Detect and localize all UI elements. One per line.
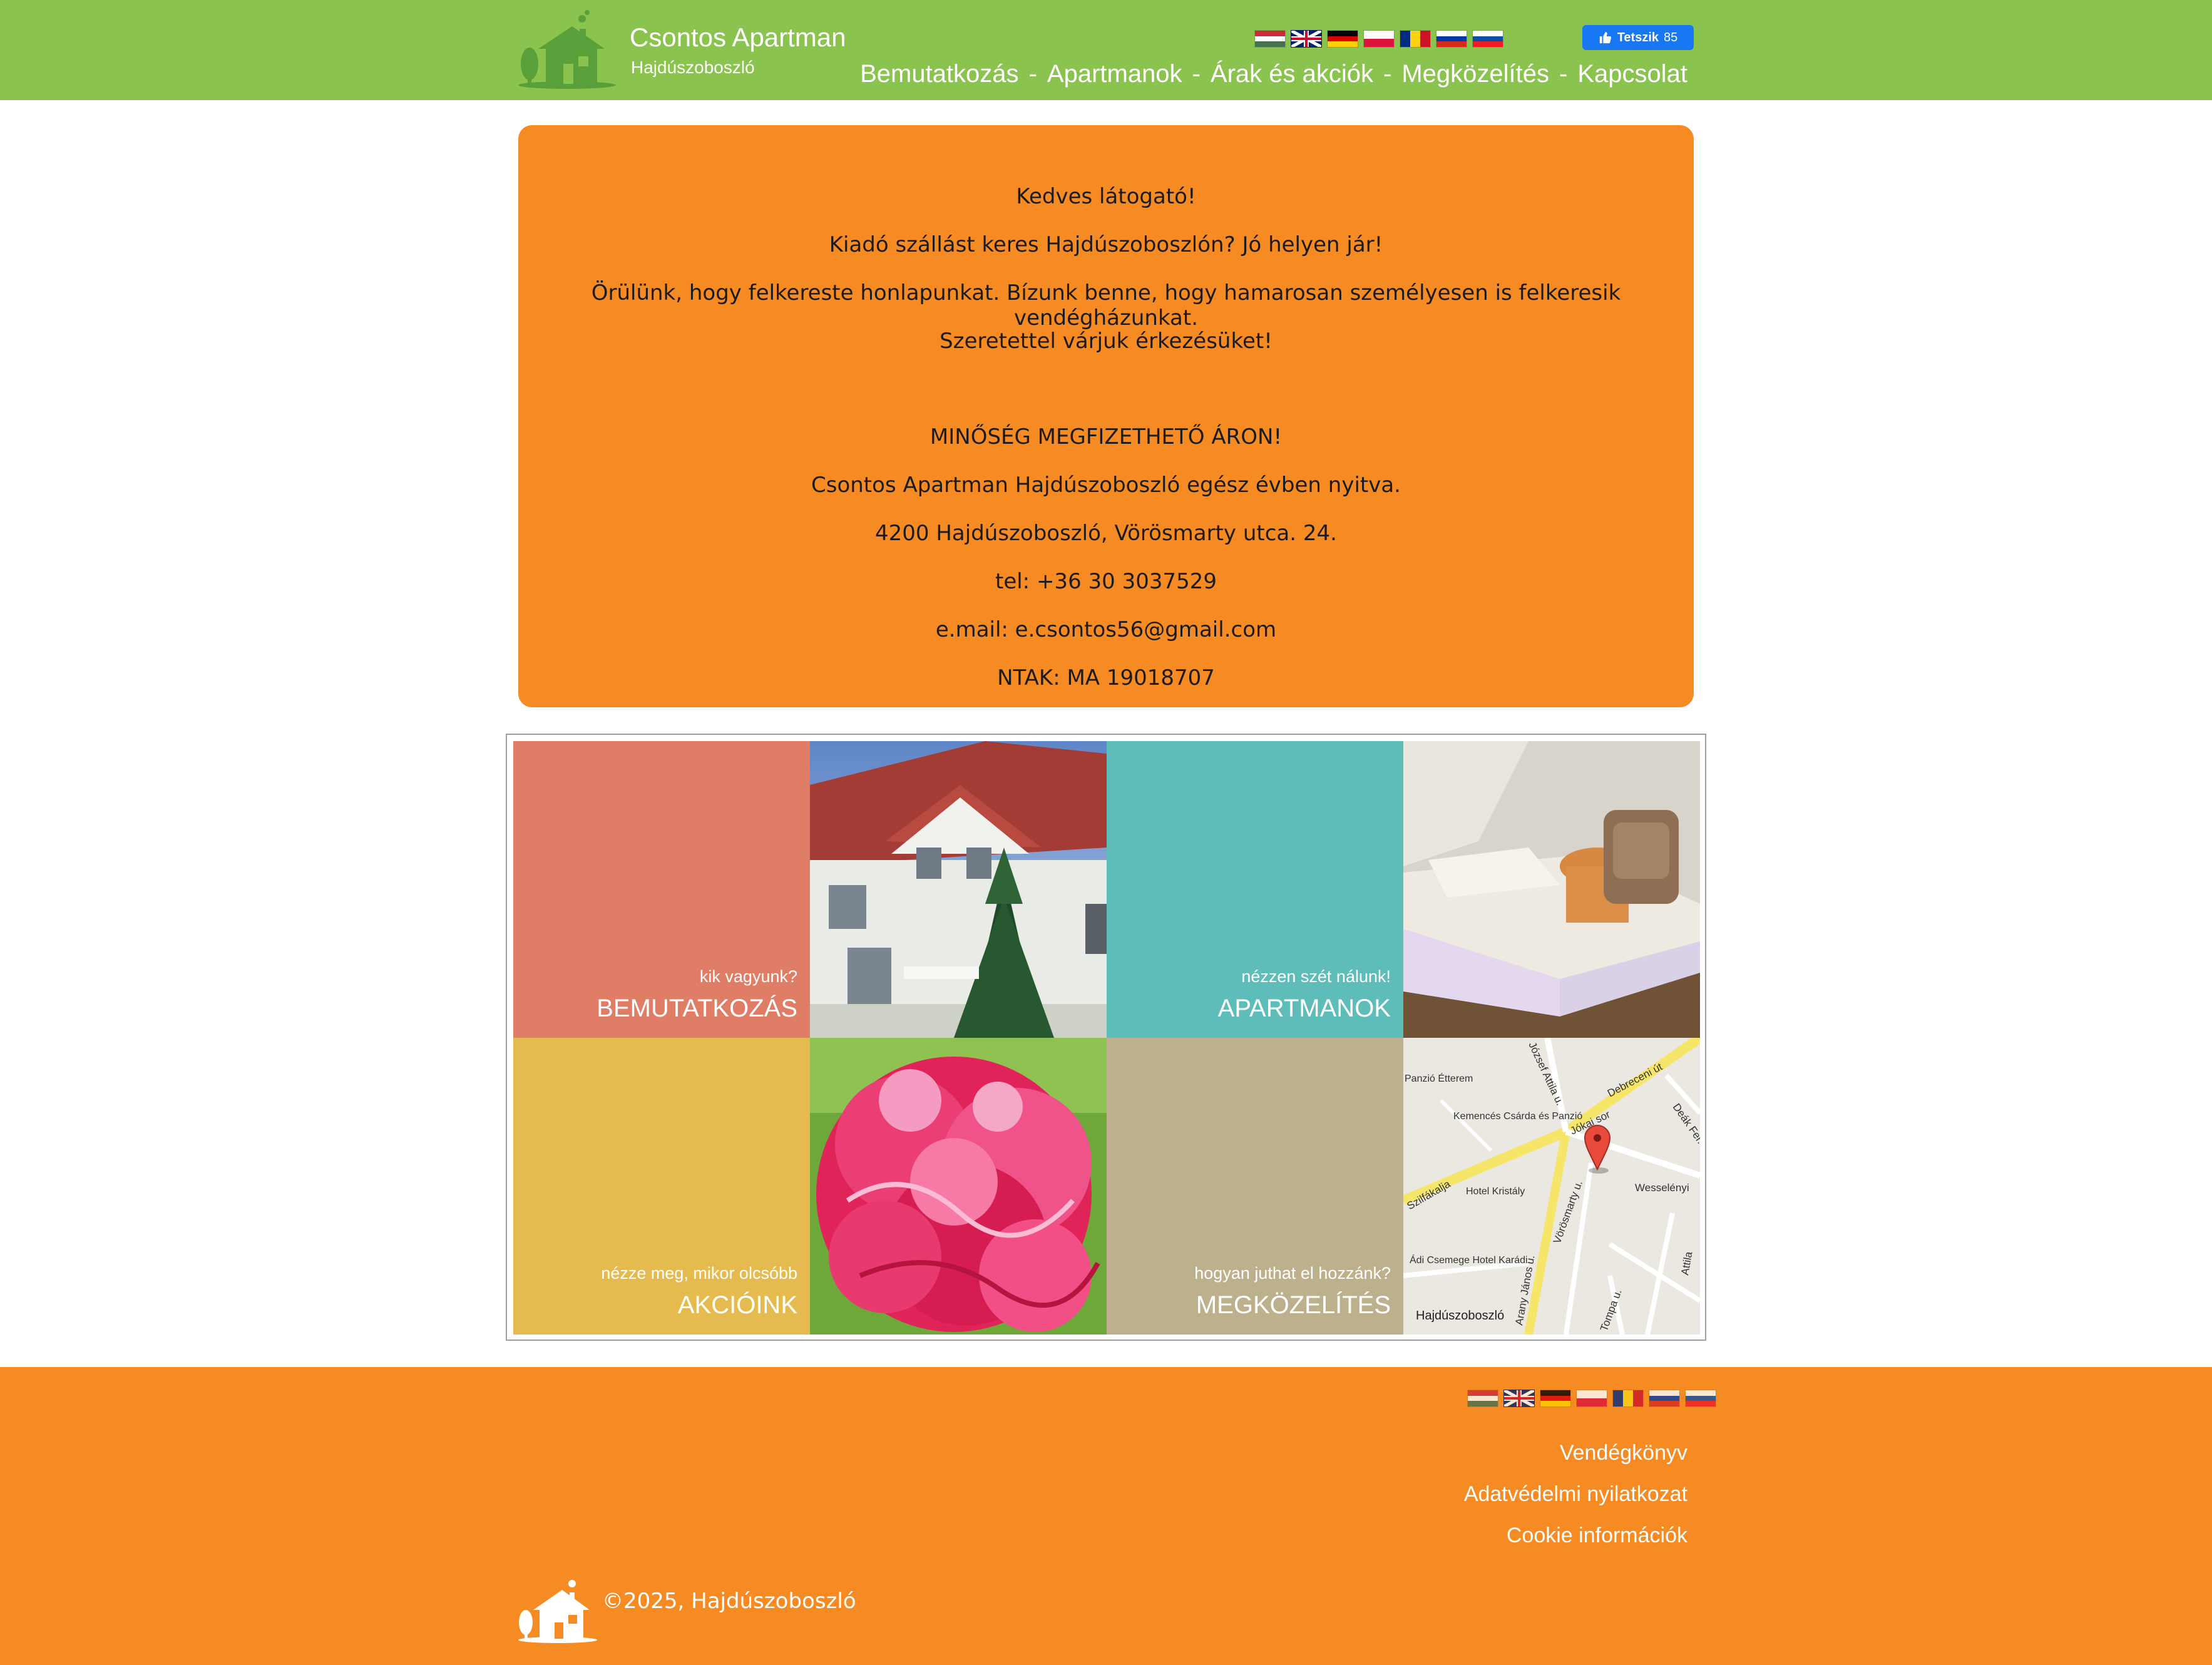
footer-language-flags — [1467, 1390, 1716, 1407]
flag-en-icon[interactable] — [1503, 1390, 1535, 1407]
welcome-line: Kiadó szállást keres Hajdúszoboszlón? Jó… — [829, 232, 1383, 257]
map-label: Panzió Étterem — [1405, 1072, 1473, 1084]
flag-sk-icon[interactable] — [1472, 30, 1503, 48]
tile-bemutatkozas[interactable]: kik vagyunk? BEMUTATKOZÁS — [513, 741, 810, 1038]
map-label: Ádi Csemege Hotel Karádi — [1410, 1254, 1528, 1266]
flag-ru-icon[interactable] — [1649, 1390, 1680, 1407]
site-footer: Vendégkönyv Adatvédelmi nyilatkozat Cook… — [0, 1367, 2212, 1665]
tile-caption: hogyan juthat el hozzánk? — [1194, 1264, 1391, 1283]
link-vendegkonyv[interactable]: Vendégkönyv — [1464, 1432, 1687, 1473]
house-logo-icon[interactable] — [517, 9, 617, 90]
flag-ro-icon[interactable] — [1400, 30, 1431, 48]
copyright: ©2025, Hajdúszoboszló — [602, 1589, 856, 1614]
address: 4200 Hajdúszoboszló, Vörösmarty utca. 24… — [875, 521, 1337, 546]
tile-akcioink[interactable]: nézze meg, mikor olcsóbb AKCIÓINK — [513, 1038, 810, 1335]
house-image — [810, 741, 1107, 1038]
map-tile[interactable]: Jókai sor Debreceni út Vörösmarty u. Ara… — [1403, 1038, 1700, 1335]
house-photo[interactable] — [810, 741, 1107, 1038]
flag-de-icon[interactable] — [1540, 1390, 1571, 1407]
peony-image — [810, 1038, 1107, 1335]
nav-arak-akciok[interactable]: Árak és akciók — [1211, 60, 1373, 88]
phone: tel: +36 30 3037529 — [995, 569, 1217, 594]
flag-de-icon[interactable] — [1327, 30, 1358, 48]
flag-sk-icon[interactable] — [1685, 1390, 1716, 1407]
tile-title: BEMUTATKOZÁS — [597, 995, 797, 1022]
ntak-number: NTAK: MA 19018707 — [997, 665, 1215, 690]
map-label: Hajdúszoboszló — [1416, 1309, 1504, 1323]
main-nav: Bemutatkozás - Apartmanok - Árak és akci… — [860, 60, 1687, 88]
map-label: Kemencés Csárda és Panzió — [1453, 1111, 1582, 1122]
flag-pl-icon[interactable] — [1363, 30, 1395, 48]
tile-caption: nézze meg, mikor olcsóbb — [601, 1264, 797, 1283]
site-header: Csontos Apartman Hajdúszoboszló Tetszik … — [0, 0, 2212, 100]
link-cookie-informaciok[interactable]: Cookie információk — [1464, 1515, 1687, 1556]
like-label: Tetszik — [1617, 30, 1659, 44]
flag-hu-icon[interactable] — [1467, 1390, 1498, 1407]
nav-megkozelites[interactable]: Megközelítés — [1401, 60, 1549, 88]
tile-grid: kik vagyunk? BEMUTATKOZÁS nézzen szét ná… — [513, 741, 1700, 1335]
flag-ru-icon[interactable] — [1436, 30, 1467, 48]
nav-separator: - — [1383, 60, 1392, 88]
flag-hu-icon[interactable] — [1254, 30, 1286, 48]
map-label: Wesselényi — [1635, 1182, 1689, 1194]
email[interactable]: e.mail: e.csontos56@gmail.com — [518, 617, 1694, 665]
like-count: 85 — [1664, 30, 1678, 44]
house-logo-icon[interactable] — [517, 1576, 598, 1644]
welcome-box: Kedves látogató! Kiadó szállást keres Ha… — [518, 125, 1694, 707]
nav-separator: - — [1192, 60, 1201, 88]
nav-bemutatkozas[interactable]: Bemutatkozás — [860, 60, 1018, 88]
slogan: MINŐSÉG MEGFIZETHETŐ ÁRON! — [929, 424, 1283, 449]
nav-separator: - — [1028, 60, 1037, 88]
map-image: Jókai sor Debreceni út Vörösmarty u. Ara… — [1403, 1038, 1700, 1335]
tile-apartmanok[interactable]: nézzen szét nálunk! APARTMANOK — [1107, 741, 1403, 1038]
footer-links: Vendégkönyv Adatvédelmi nyilatkozat Cook… — [1464, 1432, 1687, 1556]
tile-title: AKCIÓINK — [677, 1291, 797, 1319]
language-flags — [1254, 30, 1503, 48]
tile-caption: nézzen szét nálunk! — [1241, 967, 1391, 986]
facebook-like-button[interactable]: Tetszik 85 — [1582, 25, 1694, 50]
site-title[interactable]: Csontos Apartman — [630, 23, 846, 53]
nav-kapcsolat[interactable]: Kapcsolat — [1577, 60, 1687, 88]
tile-megkozelites[interactable]: hogyan juthat el hozzánk? MEGKÖZELÍTÉS — [1107, 1038, 1403, 1335]
flag-en-icon[interactable] — [1291, 30, 1322, 48]
bedroom-photo[interactable] — [1403, 741, 1700, 1038]
flag-ro-icon[interactable] — [1612, 1390, 1644, 1407]
site-subtitle: Hajdúszoboszló — [631, 58, 755, 77]
nav-separator: - — [1559, 60, 1568, 88]
thumbs-up-icon — [1599, 31, 1611, 44]
welcome-greeting: Kedves látogató! — [1016, 184, 1196, 209]
tile-caption: kik vagyunk? — [699, 967, 797, 986]
tile-title: MEGKÖZELÍTÉS — [1196, 1291, 1391, 1319]
bedroom-image — [1403, 741, 1700, 1038]
welcome-line: Örülünk, hogy felkereste honlapunkat. Bí… — [591, 280, 1621, 330]
flower-photo[interactable] — [810, 1038, 1107, 1335]
link-adatvedelmi-nyilatkozat[interactable]: Adatvédelmi nyilatkozat — [1464, 1473, 1687, 1515]
welcome-line: Szeretettel várjuk érkezésüket! — [940, 329, 1272, 354]
map-label: Hotel Kristály — [1466, 1186, 1525, 1197]
tile-title: APARTMANOK — [1217, 995, 1391, 1022]
flag-pl-icon[interactable] — [1576, 1390, 1607, 1407]
nav-apartmanok[interactable]: Apartmanok — [1047, 60, 1182, 88]
tile-grid-frame: kik vagyunk? BEMUTATKOZÁS nézzen szét ná… — [506, 734, 1706, 1341]
open-info: Csontos Apartman Hajdúszoboszló egész év… — [811, 473, 1401, 498]
